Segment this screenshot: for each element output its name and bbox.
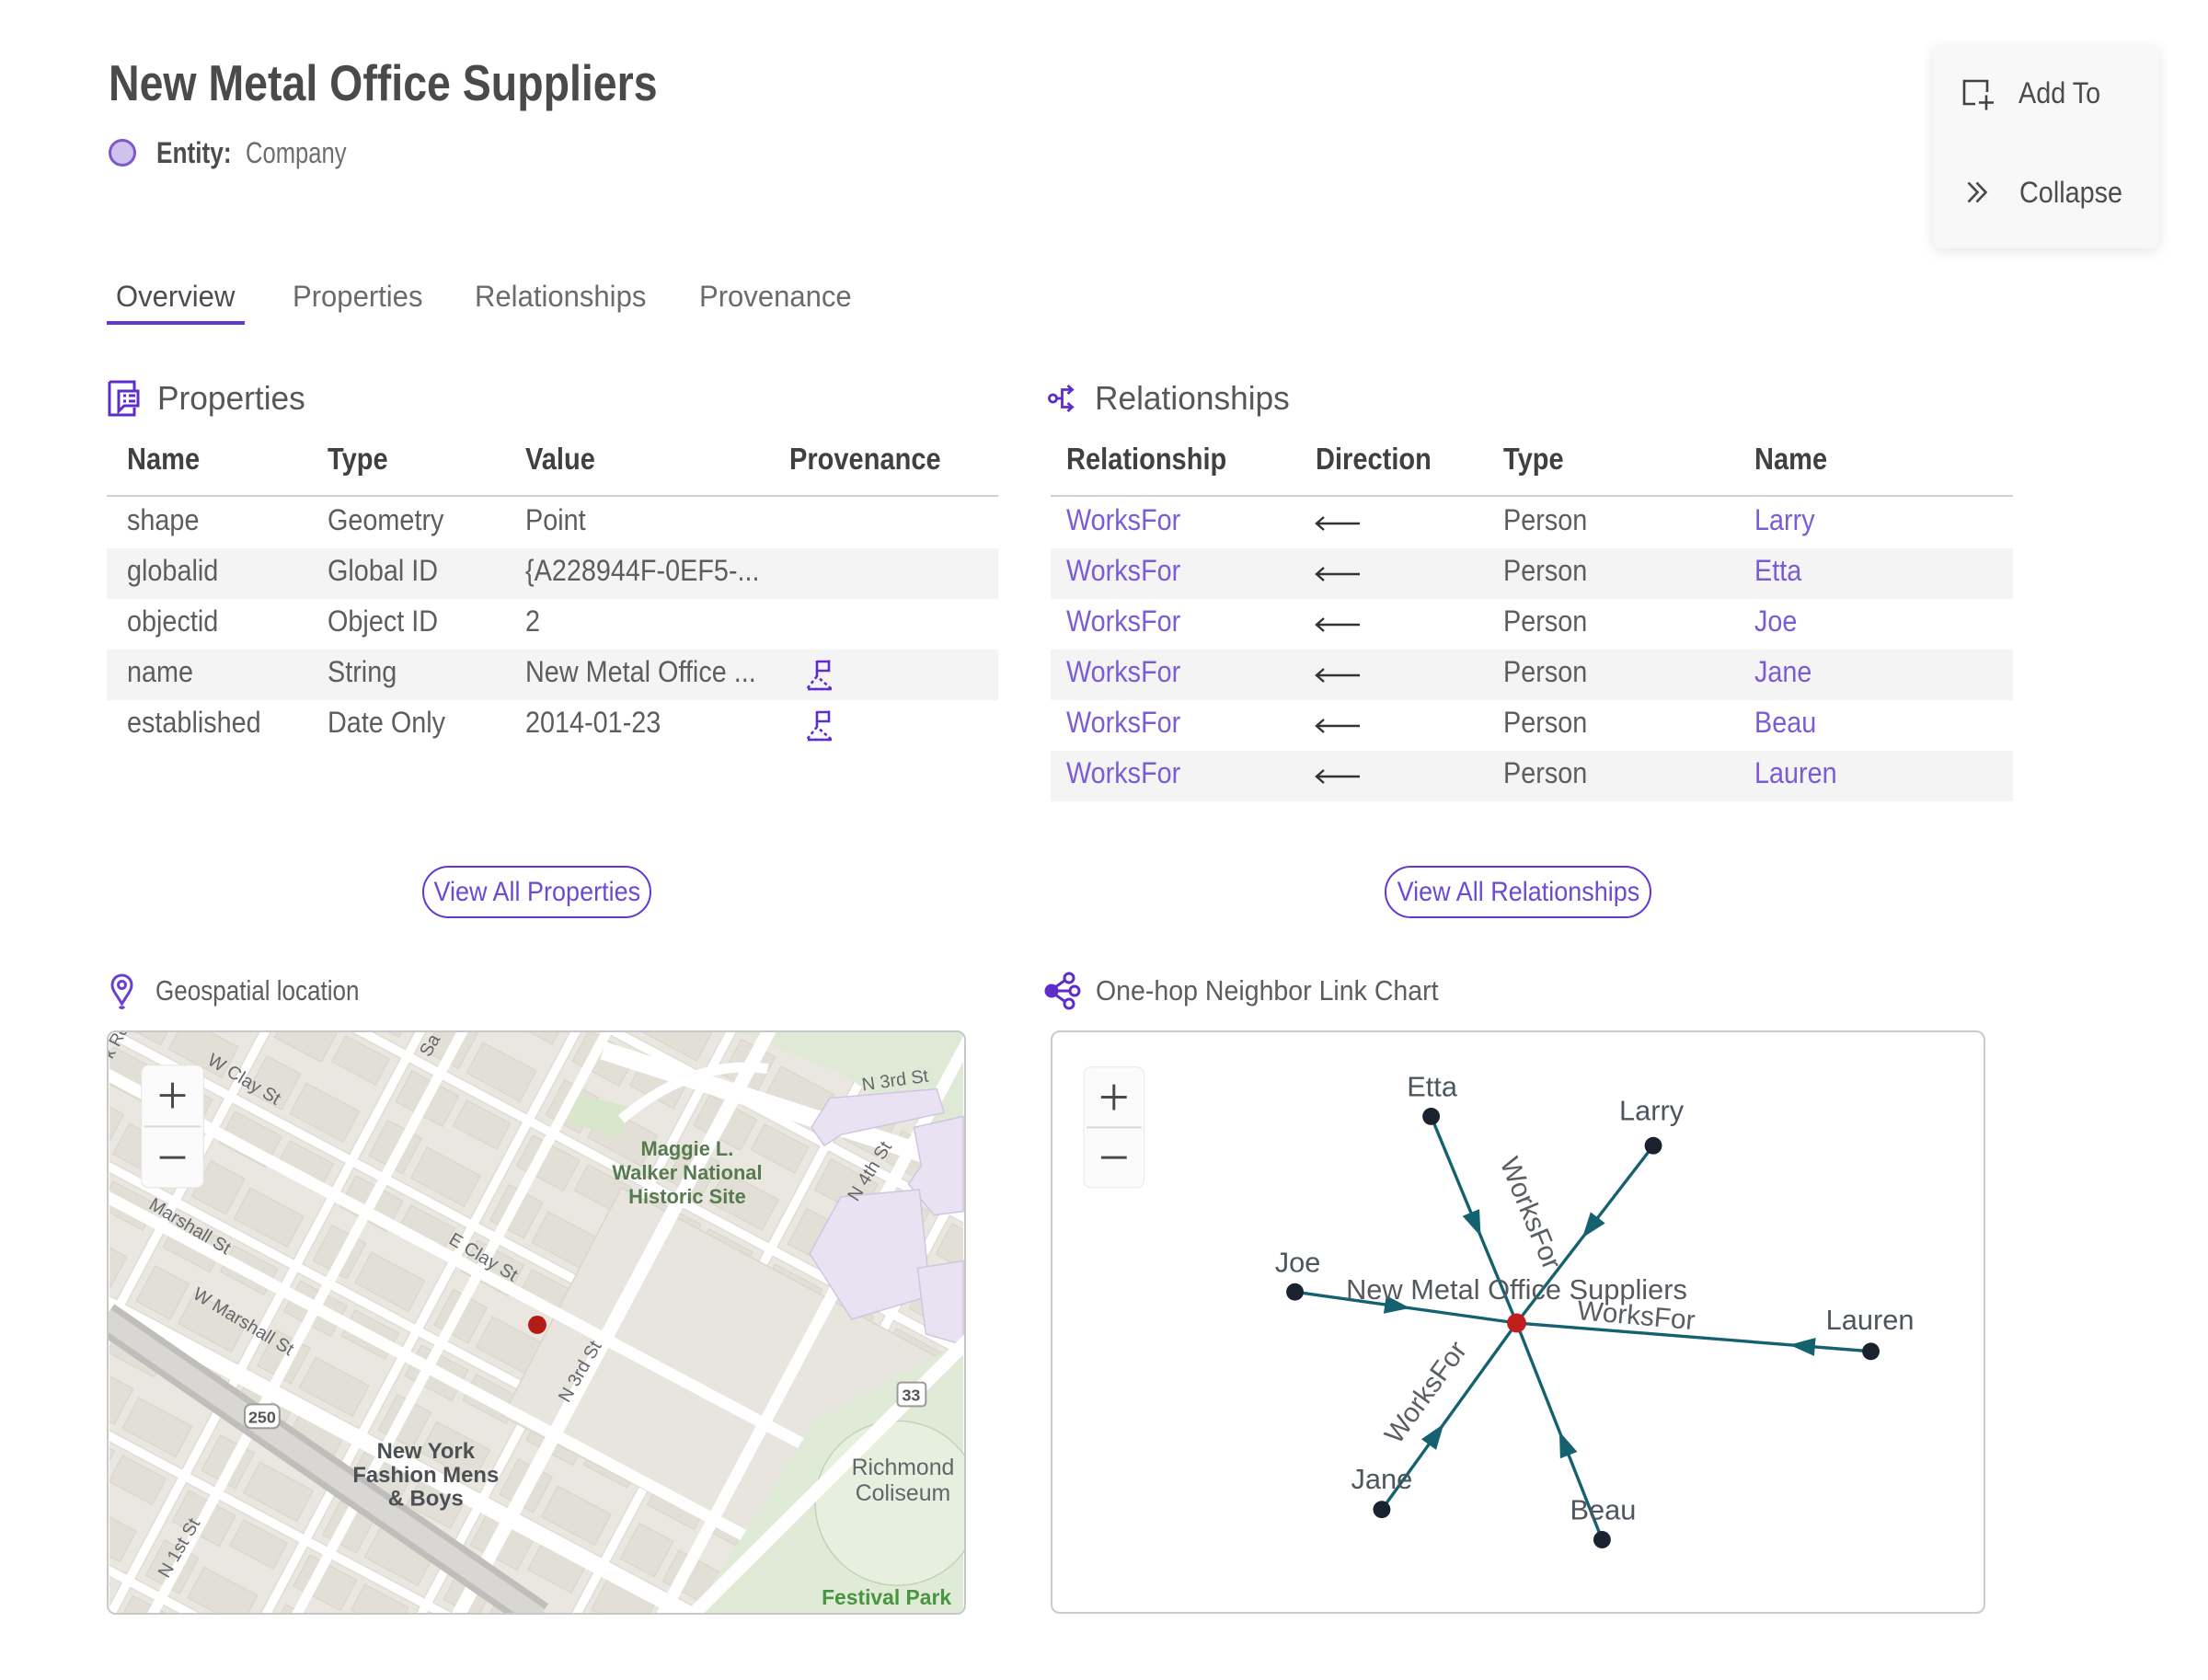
svg-text:Beau: Beau bbox=[1570, 1494, 1636, 1526]
svg-text:Lauren: Lauren bbox=[1826, 1304, 1915, 1336]
svg-text:Festival Park: Festival Park bbox=[822, 1585, 951, 1609]
svg-text:Historic Site: Historic Site bbox=[628, 1185, 746, 1208]
svg-text:Jane: Jane bbox=[1351, 1463, 1413, 1495]
svg-text:WorksFor: WorksFor bbox=[1379, 1336, 1473, 1449]
svg-text:Maggie L.: Maggie L. bbox=[641, 1137, 734, 1160]
svg-text:Walker National: Walker National bbox=[612, 1161, 762, 1184]
svg-text:Larry: Larry bbox=[1619, 1094, 1685, 1126]
svg-text:WorksFor: WorksFor bbox=[1494, 1153, 1568, 1273]
svg-text:Etta: Etta bbox=[1407, 1071, 1458, 1103]
svg-text:Coliseum: Coliseum bbox=[856, 1481, 950, 1506]
svg-text:Fashion Mens: Fashion Mens bbox=[352, 1463, 499, 1488]
svg-text:Joe: Joe bbox=[1275, 1246, 1321, 1278]
svg-text:& Boys: & Boys bbox=[388, 1487, 464, 1512]
svg-text:Richmond: Richmond bbox=[852, 1456, 955, 1480]
svg-text:New York: New York bbox=[377, 1439, 476, 1464]
svg-text:250: 250 bbox=[248, 1408, 276, 1426]
svg-text:33: 33 bbox=[902, 1386, 920, 1404]
